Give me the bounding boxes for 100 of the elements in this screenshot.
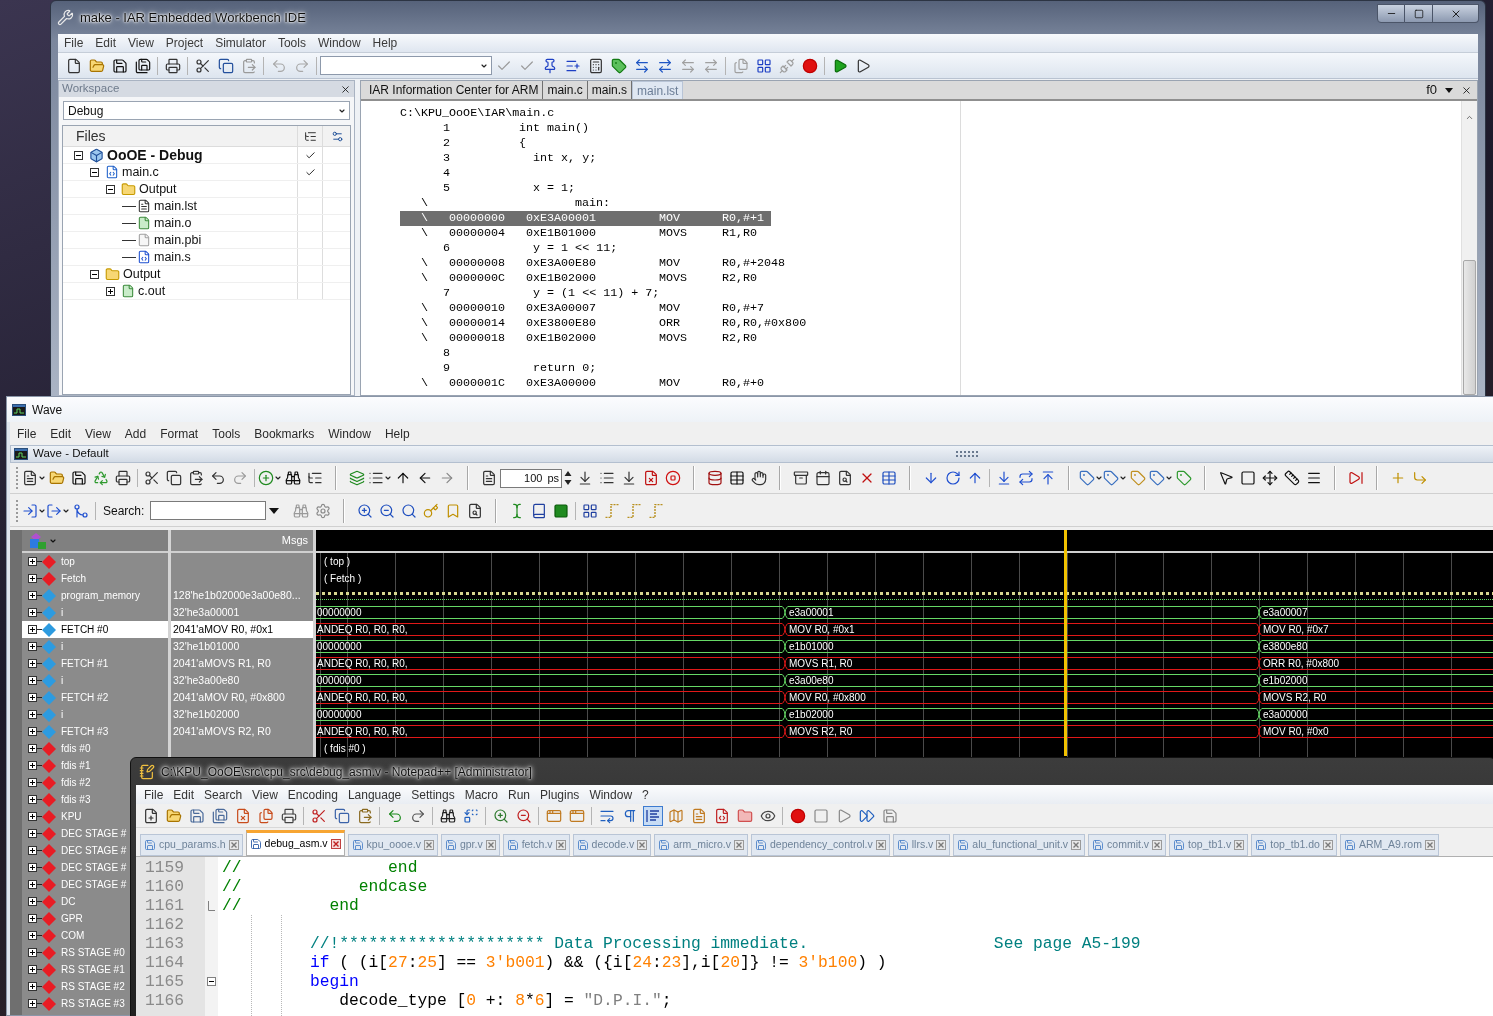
editor-tab[interactable]: IAR Information Center for ARM xyxy=(365,81,544,99)
menu-item[interactable]: Window xyxy=(584,785,638,804)
plus-box-icon[interactable] xyxy=(28,744,37,753)
plus-box-icon[interactable] xyxy=(28,829,37,838)
plus-box-icon[interactable] xyxy=(28,591,37,600)
hand-icon[interactable] xyxy=(751,470,767,486)
book-icon[interactable] xyxy=(531,502,548,519)
menu-item[interactable]: Plugins xyxy=(535,785,585,804)
menu-item[interactable]: Help xyxy=(366,34,404,52)
menu-item[interactable]: Tools xyxy=(271,34,312,52)
minus-box-icon[interactable] xyxy=(74,150,83,160)
plus-box-icon[interactable] xyxy=(28,659,37,668)
file-x-icon[interactable] xyxy=(643,470,659,486)
right-arrow-icon[interactable] xyxy=(439,470,455,486)
plus-box-icon[interactable] xyxy=(28,931,37,940)
tag-icon[interactable] xyxy=(1103,470,1119,486)
lines-icon[interactable] xyxy=(1306,470,1322,486)
menu-item[interactable]: View xyxy=(78,424,118,443)
colored-blocks-icon[interactable] xyxy=(30,532,46,549)
binoculars-icon[interactable] xyxy=(285,470,301,486)
window-icon[interactable] xyxy=(568,807,585,824)
menu-item[interactable]: ? xyxy=(637,785,654,804)
menu-item[interactable]: File xyxy=(139,785,169,804)
caret-icon[interactable] xyxy=(1119,474,1127,482)
open-folder-icon[interactable] xyxy=(49,470,65,486)
menu-item[interactable]: Project xyxy=(159,34,210,52)
tag-icon[interactable] xyxy=(1079,470,1095,486)
menu-item[interactable]: Run xyxy=(503,785,535,804)
plus-box-icon[interactable] xyxy=(28,880,37,889)
grid-icon[interactable] xyxy=(755,57,772,74)
plus-box-icon[interactable] xyxy=(28,999,37,1008)
document-icon[interactable] xyxy=(22,470,38,486)
magnifier-plus-icon[interactable] xyxy=(357,502,374,519)
down-arrow-icon[interactable] xyxy=(923,470,939,486)
plus-box-icon[interactable] xyxy=(28,557,37,566)
plus-box-icon[interactable] xyxy=(28,608,37,617)
recycle-icon[interactable] xyxy=(93,470,109,486)
grip-handle[interactable] xyxy=(16,499,19,522)
menu-item[interactable]: Simulator xyxy=(209,34,272,52)
tree-item[interactable]: Output xyxy=(139,179,177,199)
binoculars-icon[interactable] xyxy=(439,807,456,824)
layers-icon[interactable] xyxy=(349,470,365,486)
editor-tab[interactable]: main.c xyxy=(543,81,588,99)
scrollbar-thumb[interactable] xyxy=(1463,260,1476,395)
dropdown-field[interactable] xyxy=(320,56,492,75)
database-icon[interactable] xyxy=(707,470,723,486)
plus-box-icon[interactable] xyxy=(28,727,37,736)
arrow-to-line-icon[interactable] xyxy=(577,470,593,486)
menu-item[interactable]: Window xyxy=(321,424,378,443)
minus-box-icon[interactable] xyxy=(90,167,99,177)
plus-box-icon[interactable] xyxy=(28,693,37,702)
file-x-icon[interactable] xyxy=(234,807,251,824)
indent-lines-icon[interactable] xyxy=(643,806,662,825)
tree-item[interactable]: c.out xyxy=(138,281,166,301)
plus-box-icon[interactable] xyxy=(28,863,37,872)
clipboard-icon[interactable] xyxy=(188,470,204,486)
grip-handle[interactable] xyxy=(16,467,19,489)
caret-icon[interactable] xyxy=(38,474,46,482)
overlapping-squares-icon[interactable] xyxy=(166,470,182,486)
skip-forward-icon[interactable] xyxy=(1348,470,1364,486)
maximize-button[interactable] xyxy=(1405,4,1433,23)
plus-box-icon[interactable] xyxy=(28,625,37,634)
scissors-icon[interactable] xyxy=(310,807,327,824)
close-icon[interactable] xyxy=(1461,84,1472,96)
close-icon[interactable] xyxy=(340,83,351,95)
caret-icon[interactable] xyxy=(1165,474,1173,482)
minus-box-icon[interactable] xyxy=(106,184,115,194)
tree-item[interactable]: main.pbi xyxy=(154,230,202,250)
arrow-to-line-icon[interactable] xyxy=(621,470,637,486)
plus-box-icon[interactable] xyxy=(28,574,37,583)
minus-box-icon[interactable] xyxy=(207,977,216,986)
menu-item[interactable]: Edit xyxy=(89,34,123,52)
loop-arrows-icon[interactable] xyxy=(1018,470,1034,486)
minimize-button[interactable] xyxy=(1377,4,1405,23)
open-folder-icon[interactable] xyxy=(88,57,105,74)
calendar-icon[interactable] xyxy=(815,470,831,486)
arrow-to-line-icon[interactable] xyxy=(1040,470,1056,486)
plus-box-icon[interactable] xyxy=(28,897,37,906)
menu-item[interactable]: Language xyxy=(342,785,407,804)
tree-item[interactable]: Output xyxy=(123,264,161,284)
caret-icon[interactable] xyxy=(384,474,392,482)
menu-item[interactable]: Edit xyxy=(43,424,79,443)
blank-page-icon[interactable] xyxy=(65,57,82,74)
plus-box-icon[interactable] xyxy=(28,676,37,685)
caret-icon[interactable] xyxy=(1095,474,1103,482)
list-icon[interactable] xyxy=(368,470,384,486)
dashed-boxes-arrow-icon[interactable] xyxy=(462,807,479,824)
file-plus-icon[interactable] xyxy=(142,807,159,824)
clipboard-icon[interactable] xyxy=(240,57,257,74)
pointer-icon[interactable] xyxy=(1218,470,1234,486)
arrow-to-line-icon[interactable] xyxy=(996,470,1012,486)
editor-tab[interactable]: main.lst xyxy=(632,81,684,99)
grip-handle[interactable] xyxy=(955,450,979,458)
curved-right-arrow-icon[interactable] xyxy=(409,807,426,824)
folder-icon[interactable] xyxy=(736,807,753,824)
menu-item[interactable]: Search xyxy=(199,785,248,804)
maximize-icon[interactable] xyxy=(1413,8,1424,19)
arrow-into-bracket-icon[interactable] xyxy=(22,502,38,519)
list-tree-icon[interactable] xyxy=(303,129,317,143)
table-icon[interactable] xyxy=(729,470,745,486)
